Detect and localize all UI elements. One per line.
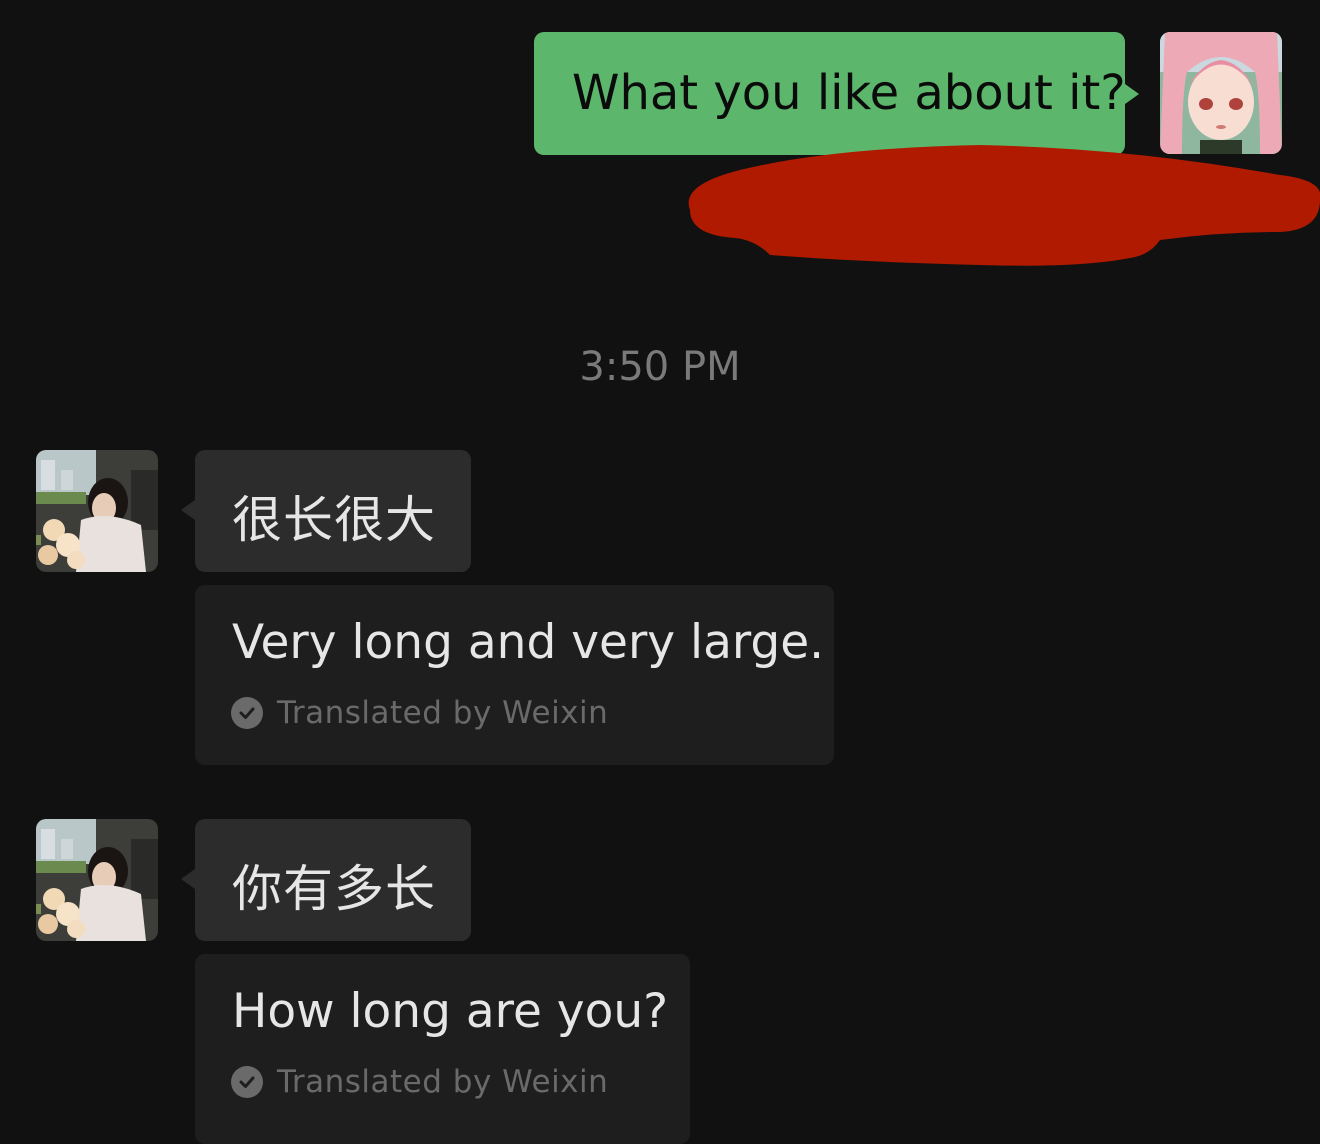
translation-credit: Translated by Weixin <box>231 695 608 731</box>
incoming-bubble-tail <box>181 500 195 520</box>
translation-credit-label: Translated by Weixin <box>277 695 609 731</box>
check-circle-icon <box>231 1066 263 1098</box>
incoming-message-text: 很长很大 <box>232 491 436 549</box>
translation-text: How long are you? <box>232 984 669 1039</box>
outgoing-message-text: What you like about it? <box>572 65 1126 121</box>
contact-photo-image <box>36 819 158 941</box>
translation-text: Very long and very large. <box>232 615 825 670</box>
my-avatar[interactable] <box>1160 32 1282 154</box>
translation-box[interactable]: How long are you? Translated by Weixin <box>195 954 690 1144</box>
outgoing-bubble-tail <box>1125 84 1139 104</box>
outgoing-message-bubble[interactable]: What you like about it? <box>534 32 1126 155</box>
redaction-scribble <box>688 145 1320 266</box>
translation-credit-label: Translated by Weixin <box>277 1064 609 1100</box>
anime-avatar-image <box>1160 32 1282 154</box>
translation-box[interactable]: Very long and very large. Translated by … <box>195 585 834 765</box>
chat-timestamp: 3:50 PM <box>579 344 741 390</box>
contact-avatar[interactable] <box>36 819 158 941</box>
contact-photo-image <box>36 450 158 572</box>
contact-avatar[interactable] <box>36 450 158 572</box>
translation-credit: Translated by Weixin <box>231 1064 608 1100</box>
incoming-message-bubble[interactable]: 很长很大 <box>195 450 471 572</box>
incoming-message-text: 你有多长 <box>232 860 436 918</box>
check-circle-icon <box>231 697 263 729</box>
incoming-bubble-tail <box>181 869 195 889</box>
incoming-message-bubble[interactable]: 你有多长 <box>195 819 471 941</box>
